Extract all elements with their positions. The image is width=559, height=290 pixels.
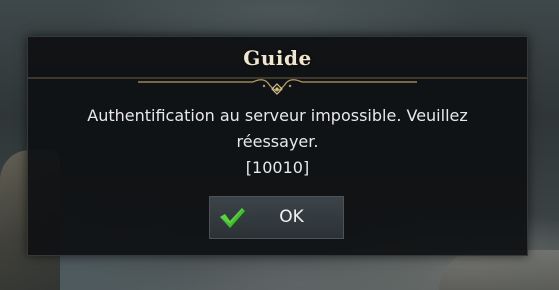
title-ornament (28, 77, 527, 95)
dialog-message: Authentification au serveur impossible. … (48, 103, 507, 181)
message-line-1: Authentification au serveur impossible. … (87, 106, 468, 125)
message-line-2: réessayer. (236, 132, 319, 151)
guide-dialog: Guide Authentification au serveur imposs… (27, 36, 528, 256)
dialog-title: Guide (243, 46, 312, 70)
background-rock (439, 250, 559, 290)
ok-button[interactable]: OK (209, 196, 344, 239)
error-code: [10010] (245, 158, 310, 177)
ok-button-label: OK (279, 207, 304, 227)
